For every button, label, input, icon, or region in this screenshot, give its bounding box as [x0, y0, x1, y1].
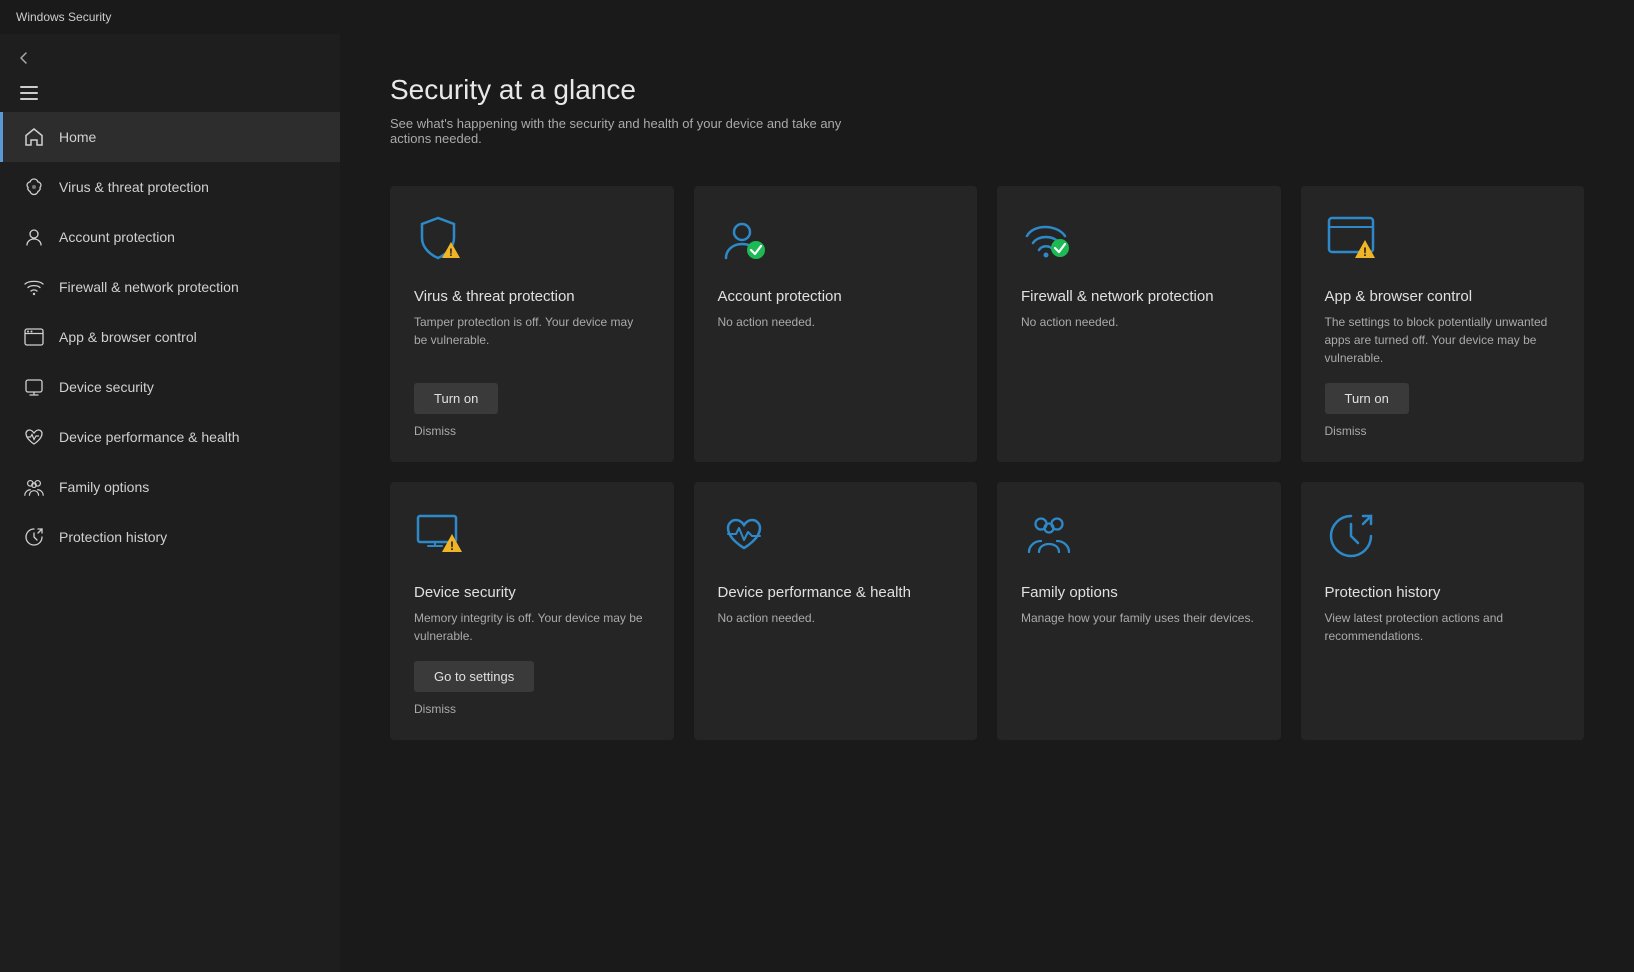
sidebar-item-account-label: Account protection — [59, 229, 175, 245]
sidebar-item-device-security[interactable]: Device security — [0, 362, 340, 412]
menu-button[interactable] — [0, 78, 340, 112]
device-security-icon — [23, 376, 45, 398]
device-perf-card-title: Device performance & health — [718, 584, 954, 601]
family-icon — [23, 476, 45, 498]
device-perf-card-icon — [718, 510, 774, 566]
virus-icon — [23, 176, 45, 198]
device-perf-card: Device performance & health No action ne… — [694, 482, 978, 740]
account-card-desc: No action needed. — [718, 313, 954, 438]
device-security-card-icon: ! — [414, 510, 470, 566]
device-security-card-title: Device security — [414, 584, 650, 601]
svg-text:!: ! — [450, 539, 454, 553]
sidebar-item-virus[interactable]: Virus & threat protection — [0, 162, 340, 212]
sidebar-item-history-label: Protection history — [59, 529, 167, 545]
firewall-card-title: Firewall & network protection — [1021, 288, 1257, 305]
virus-card-icon: ! — [414, 214, 470, 270]
family-card-title: Family options — [1021, 584, 1257, 601]
wifi-icon — [23, 276, 45, 298]
cards-row-2: ! Device security Memory integrity is of… — [390, 482, 1584, 740]
main-content: Security at a glance See what's happenin… — [340, 34, 1634, 972]
title-bar: Windows Security — [0, 0, 1634, 34]
sidebar-item-family[interactable]: Family options — [0, 462, 340, 512]
virus-card-title: Virus & threat protection — [414, 288, 650, 305]
sidebar-item-home-label: Home — [59, 129, 96, 145]
device-security-card: ! Device security Memory integrity is of… — [390, 482, 674, 740]
sidebar-item-device-perf[interactable]: Device performance & health — [0, 412, 340, 462]
sidebar-item-device-perf-label: Device performance & health — [59, 429, 240, 445]
history-card-desc: View latest protection actions and recom… — [1325, 609, 1561, 716]
sidebar: Home Virus & threat protection Account p… — [0, 34, 340, 972]
device-security-dismiss-link[interactable]: Dismiss — [414, 702, 650, 716]
account-icon — [23, 226, 45, 248]
page-title: Security at a glance — [390, 74, 1584, 106]
virus-card-desc: Tamper protection is off. Your device ma… — [414, 313, 650, 367]
sidebar-item-history[interactable]: Protection history — [0, 512, 340, 562]
history-card-title: Protection history — [1325, 584, 1561, 601]
cards-row-1: ! Virus & threat protection Tamper prote… — [390, 186, 1584, 462]
history-icon — [23, 526, 45, 548]
browser-card-desc: The settings to block potentially unwant… — [1325, 313, 1561, 367]
back-button[interactable] — [0, 42, 340, 78]
app-title: Windows Security — [16, 10, 111, 24]
sidebar-item-browser-label: App & browser control — [59, 329, 197, 345]
sidebar-item-account[interactable]: Account protection — [0, 212, 340, 262]
device-perf-card-desc: No action needed. — [718, 609, 954, 716]
sidebar-item-device-security-label: Device security — [59, 379, 154, 395]
virus-turn-on-button[interactable]: Turn on — [414, 383, 498, 414]
virus-card: ! Virus & threat protection Tamper prote… — [390, 186, 674, 462]
sidebar-item-firewall-label: Firewall & network protection — [59, 279, 239, 295]
browser-dismiss-link[interactable]: Dismiss — [1325, 424, 1561, 438]
browser-icon — [23, 326, 45, 348]
browser-turn-on-button[interactable]: Turn on — [1325, 383, 1409, 414]
family-card: Family options Manage how your family us… — [997, 482, 1281, 740]
family-card-desc: Manage how your family uses their device… — [1021, 609, 1257, 716]
account-card: Account protection No action needed. — [694, 186, 978, 462]
account-card-icon — [718, 214, 774, 270]
history-card: Protection history View latest protectio… — [1301, 482, 1585, 740]
virus-dismiss-link[interactable]: Dismiss — [414, 424, 650, 438]
account-card-title: Account protection — [718, 288, 954, 305]
firewall-card: Firewall & network protection No action … — [997, 186, 1281, 462]
home-icon — [23, 126, 45, 148]
sidebar-item-home[interactable]: Home — [0, 112, 340, 162]
heart-icon — [23, 426, 45, 448]
history-card-icon — [1325, 510, 1381, 566]
sidebar-item-virus-label: Virus & threat protection — [59, 179, 209, 195]
firewall-card-icon — [1021, 214, 1077, 270]
firewall-card-desc: No action needed. — [1021, 313, 1257, 438]
browser-card-icon: ! — [1325, 214, 1381, 270]
browser-card: ! App & browser control The settings to … — [1301, 186, 1585, 462]
svg-text:!: ! — [449, 247, 453, 259]
device-security-card-desc: Memory integrity is off. Your device may… — [414, 609, 650, 645]
svg-text:!: ! — [1363, 245, 1367, 259]
page-subtitle: See what's happening with the security a… — [390, 116, 870, 146]
device-security-settings-button[interactable]: Go to settings — [414, 661, 534, 692]
browser-card-title: App & browser control — [1325, 288, 1561, 305]
sidebar-item-family-label: Family options — [59, 479, 149, 495]
family-card-icon — [1021, 510, 1077, 566]
sidebar-item-firewall[interactable]: Firewall & network protection — [0, 262, 340, 312]
sidebar-item-browser[interactable]: App & browser control — [0, 312, 340, 362]
